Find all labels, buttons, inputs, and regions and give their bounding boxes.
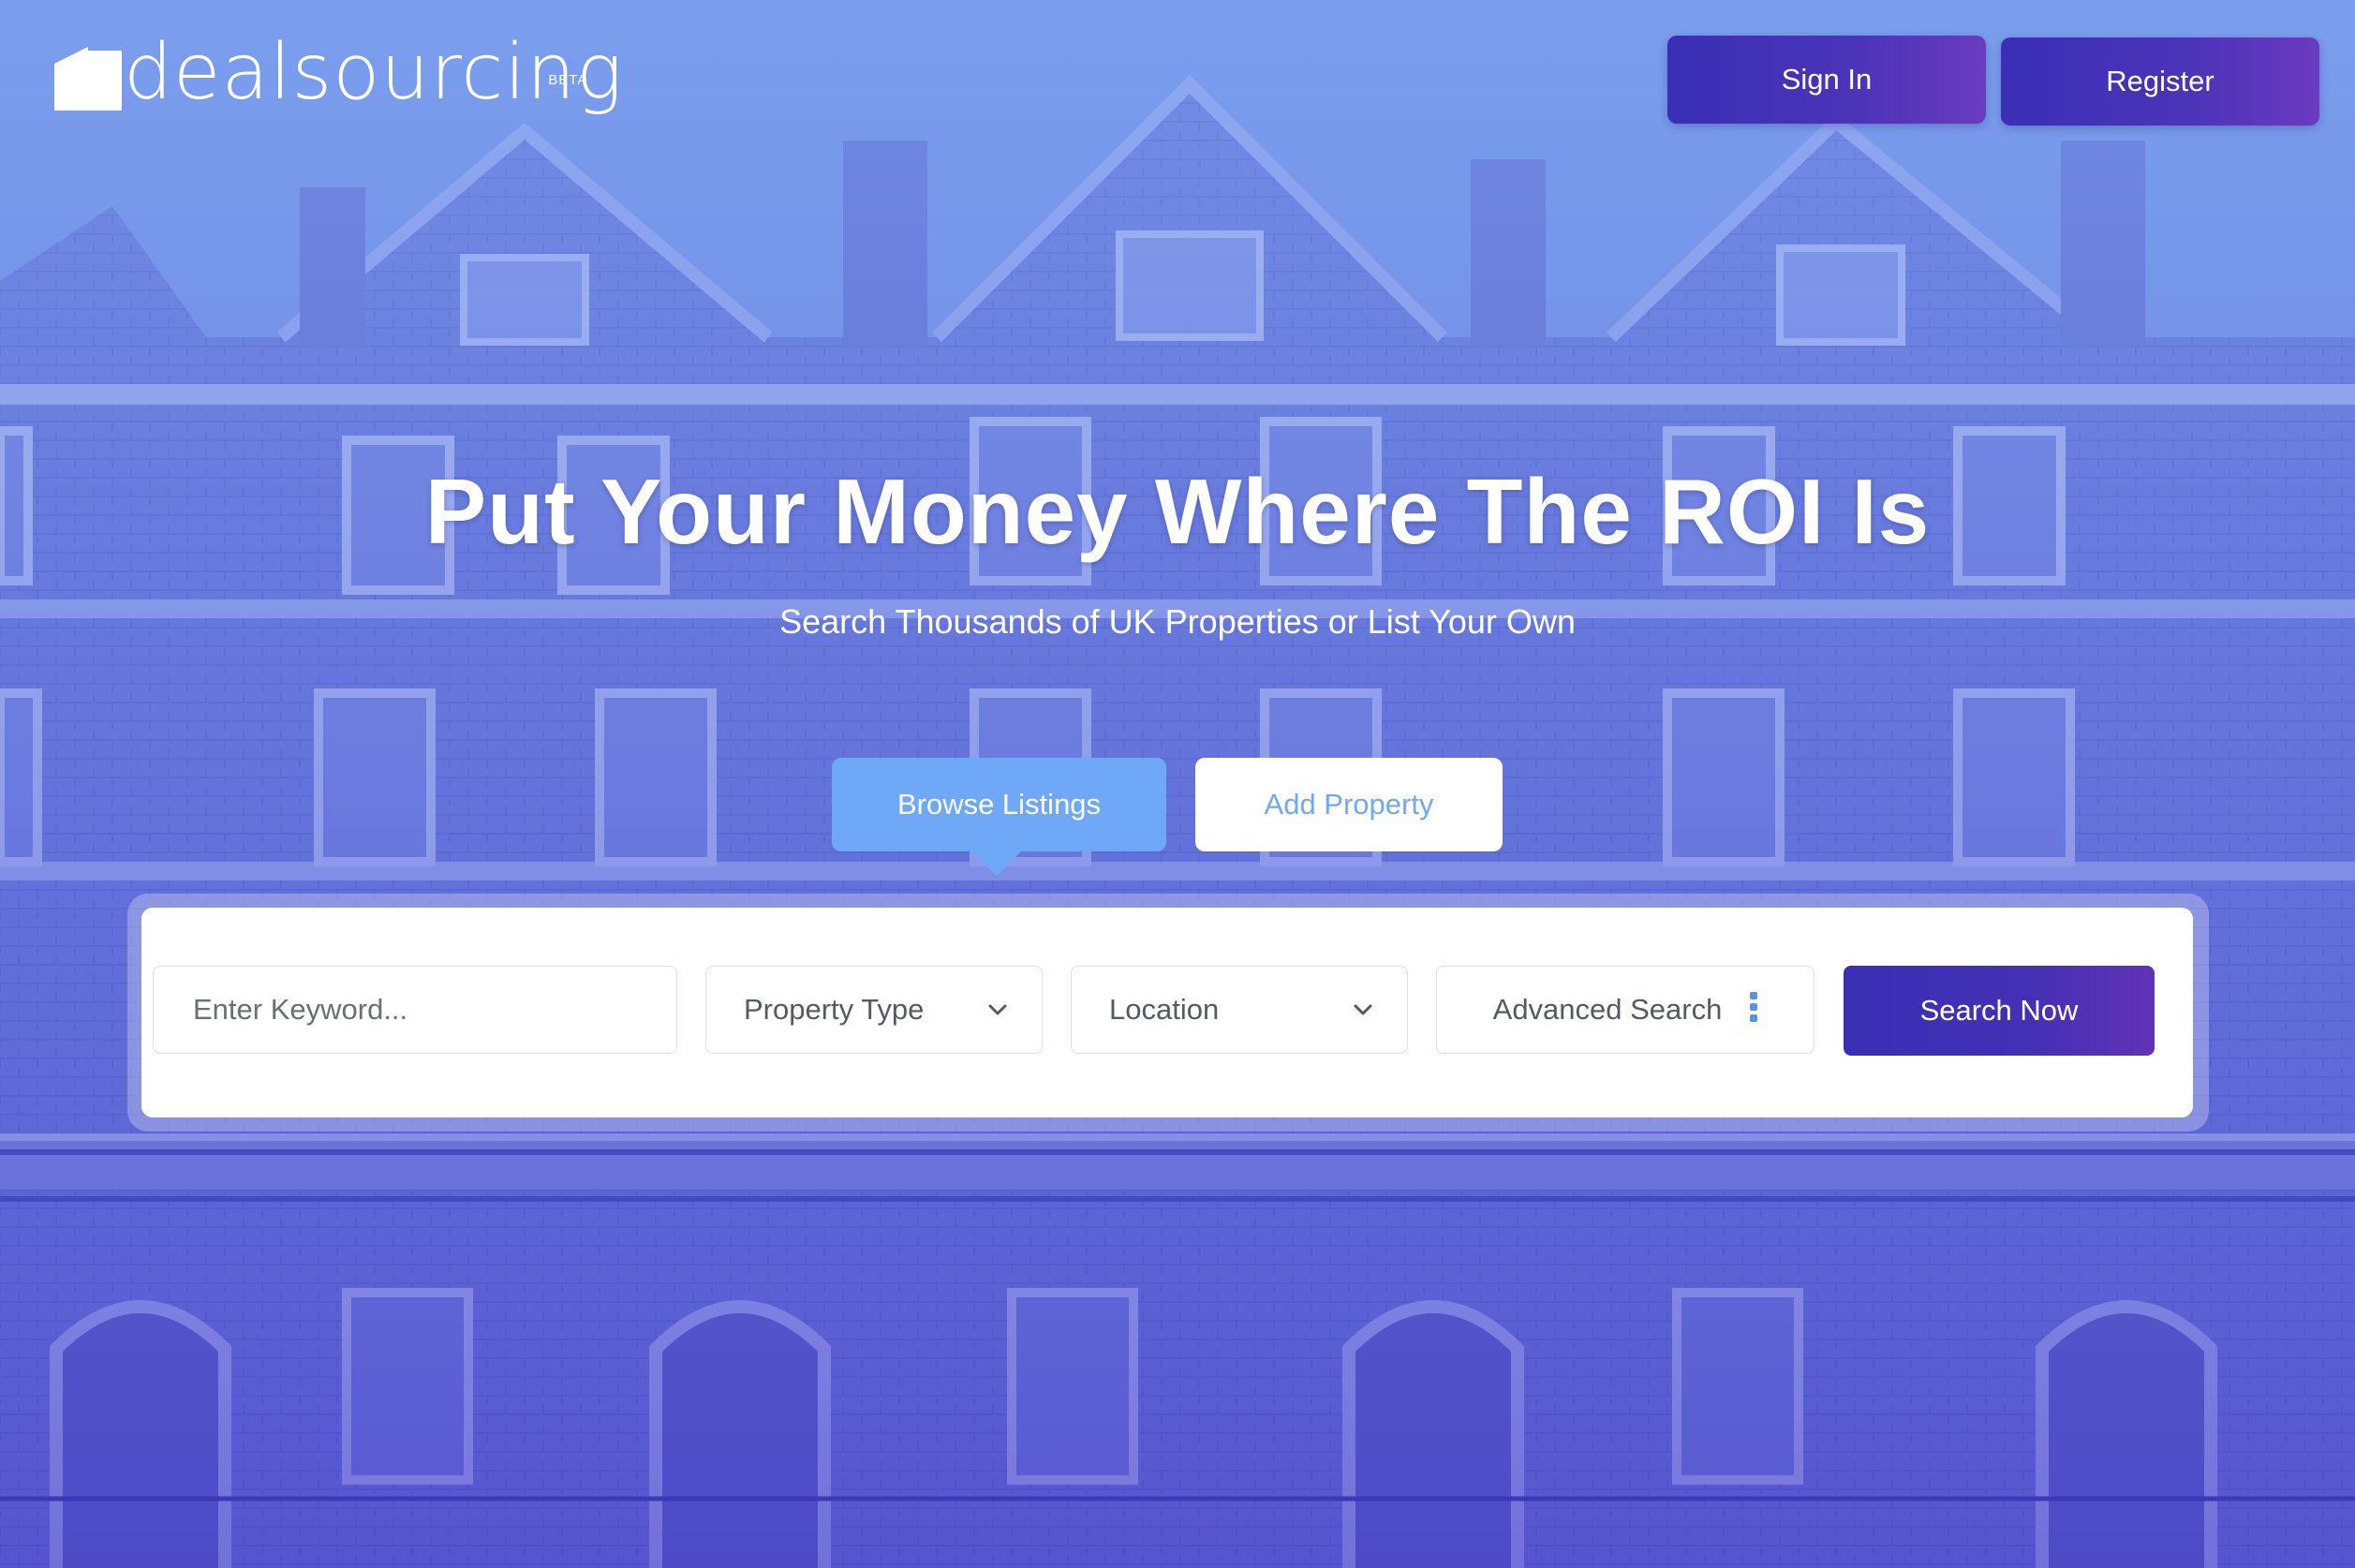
property-type-select[interactable]: Property Type	[705, 966, 1043, 1054]
chevron-down-icon	[1354, 1004, 1372, 1015]
location-select[interactable]: Location	[1071, 966, 1408, 1054]
search-now-button[interactable]: Search Now	[1844, 966, 2155, 1056]
tab-add-property[interactable]: Add Property	[1195, 758, 1503, 851]
brand-logo[interactable]: dealsourcing BETA	[54, 34, 623, 127]
keyword-input[interactable]	[191, 992, 644, 1028]
brand-wordmark: dealsourcing BETA	[124, 34, 623, 112]
active-tab-pointer	[970, 850, 1023, 876]
house-icon	[54, 47, 122, 111]
advanced-search-label: Advanced Search	[1492, 993, 1723, 1026]
sign-in-label: Sign In	[1781, 63, 1873, 96]
tab-browse-listings[interactable]: Browse Listings	[832, 758, 1166, 876]
hero-background	[0, 0, 2355, 1568]
keyword-field[interactable]	[153, 966, 677, 1054]
advanced-search-button[interactable]: Advanced Search	[1436, 966, 1814, 1054]
tab-browse-label: Browse Listings	[896, 788, 1102, 821]
register-label: Register	[2106, 65, 2214, 97]
location-label: Location	[1109, 993, 1220, 1026]
sign-in-button[interactable]: Sign In	[1667, 36, 1986, 124]
register-button[interactable]: Register	[2001, 37, 2319, 126]
search-now-label: Search Now	[1919, 994, 2079, 1027]
hero-subheadline: Search Thousands of UK Properties or Lis…	[779, 602, 1576, 641]
vertical-dots-icon	[1750, 992, 1758, 1022]
beta-badge: BETA	[548, 72, 588, 88]
property-type-label: Property Type	[744, 993, 925, 1026]
tab-add-label: Add Property	[1264, 788, 1434, 821]
chevron-down-icon	[988, 1004, 1007, 1015]
color-overlay	[0, 0, 2355, 1568]
hero-headline: Put Your Money Where The ROI Is	[424, 460, 1931, 563]
